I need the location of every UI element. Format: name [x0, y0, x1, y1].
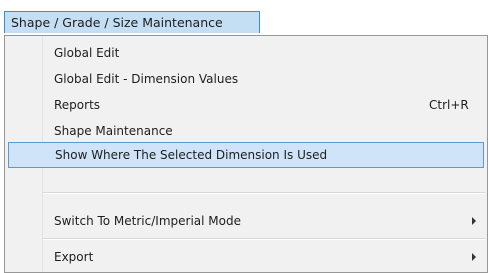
- menu-item-label: Export: [54, 250, 94, 264]
- menu-item-label: Switch To Metric/Imperial Mode: [54, 214, 241, 228]
- menu-separator: [43, 238, 485, 240]
- menu-item-shape-maintenance[interactable]: Shape Maintenance: [5, 118, 487, 144]
- menu-item-shortcut: Ctrl+R: [429, 98, 469, 112]
- menu-item-global-edit-dimension-values[interactable]: Global Edit - Dimension Values: [5, 66, 487, 92]
- menu-separator: [43, 192, 485, 194]
- dropdown-menu: Global Edit Global Edit - Dimension Valu…: [4, 35, 488, 273]
- submenu-arrow-icon: [472, 217, 476, 225]
- window-top-edge: [0, 0, 488, 9]
- menu-item-reports[interactable]: Reports Ctrl+R: [5, 92, 487, 118]
- menu-item-label: Shape Maintenance: [54, 124, 173, 138]
- menu-item-label: Reports: [54, 98, 101, 112]
- menu-item-show-where-dimension-used[interactable]: Show Where The Selected Dimension Is Use…: [8, 142, 484, 168]
- menu-item-global-edit[interactable]: Global Edit: [5, 40, 487, 66]
- submenu-arrow-icon: [472, 253, 476, 261]
- menu-item-label: Global Edit: [54, 46, 120, 60]
- menu-bar: Shape / Grade / Size Maintenance: [0, 9, 488, 36]
- menu-item-label: Show Where The Selected Dimension Is Use…: [55, 148, 328, 162]
- menu-item-switch-metric-imperial[interactable]: Switch To Metric/Imperial Mode: [5, 208, 487, 234]
- menu-shape-grade-size-maintenance[interactable]: Shape / Grade / Size Maintenance: [4, 11, 260, 33]
- menu-item-export[interactable]: Export: [5, 244, 487, 270]
- menu-item-label: Global Edit - Dimension Values: [54, 72, 239, 86]
